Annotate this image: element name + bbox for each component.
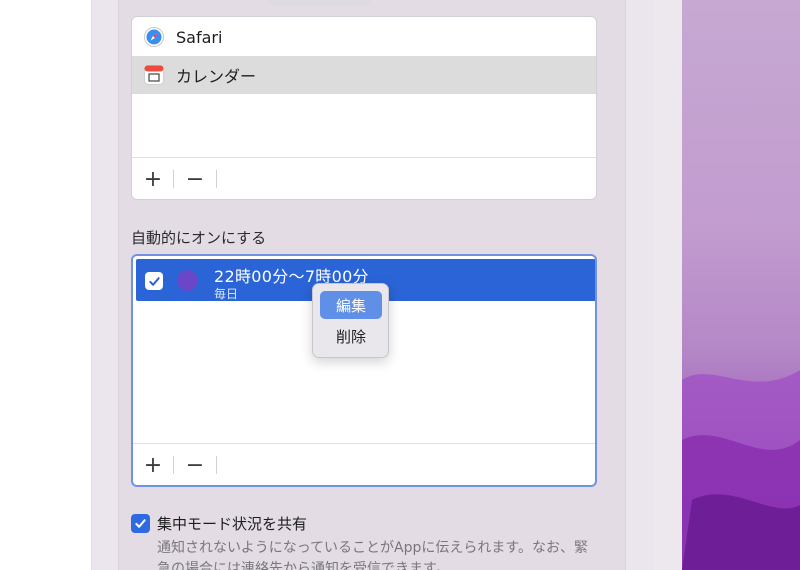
sidebar-area — [0, 0, 92, 570]
window-edge — [653, 0, 682, 570]
wallpaper-waves — [682, 370, 800, 570]
toolbar-divider — [216, 170, 217, 188]
safari-icon — [144, 27, 164, 47]
segmented-control[interactable] — [268, 0, 371, 6]
share-focus-checkbox[interactable] — [131, 514, 150, 533]
menu-item-edit[interactable]: 編集 — [320, 291, 382, 319]
add-schedule-button[interactable]: + — [138, 452, 168, 478]
schedule-enabled-checkbox[interactable] — [145, 272, 163, 290]
context-menu: 編集 削除 — [312, 283, 389, 358]
auto-on-title: 自動的にオンにする — [131, 229, 267, 247]
share-focus-description: 通知されないようになっていることがAppに伝えられます。なお、緊急の場合には連絡… — [157, 540, 588, 570]
clock-icon — [177, 270, 198, 291]
list-item-label: Safari — [176, 27, 223, 47]
allowed-apps-list: Safari カレンダー + − — [131, 16, 597, 200]
checkmark-icon — [135, 519, 146, 528]
toolbar-divider — [173, 456, 174, 474]
share-focus-label: 集中モード状況を共有 — [157, 515, 308, 533]
list-item-label: カレンダー — [176, 67, 257, 86]
menu-item-delete[interactable]: 削除 — [320, 322, 382, 350]
list-item-safari[interactable]: Safari — [132, 18, 596, 56]
remove-app-button[interactable]: − — [180, 166, 210, 192]
schedule-days: 毎日 — [214, 287, 239, 301]
toolbar-divider — [173, 170, 174, 188]
checkmark-icon — [148, 276, 160, 286]
add-app-button[interactable]: + — [138, 166, 168, 192]
calendar-icon — [144, 65, 164, 85]
toolbar-divider — [216, 456, 217, 474]
desktop-wallpaper — [682, 0, 800, 570]
schedule-toolbar: + − — [133, 443, 595, 485]
list-toolbar: + − — [132, 157, 596, 199]
remove-schedule-button[interactable]: − — [180, 452, 210, 478]
list-item-calendar[interactable]: カレンダー — [132, 56, 596, 94]
